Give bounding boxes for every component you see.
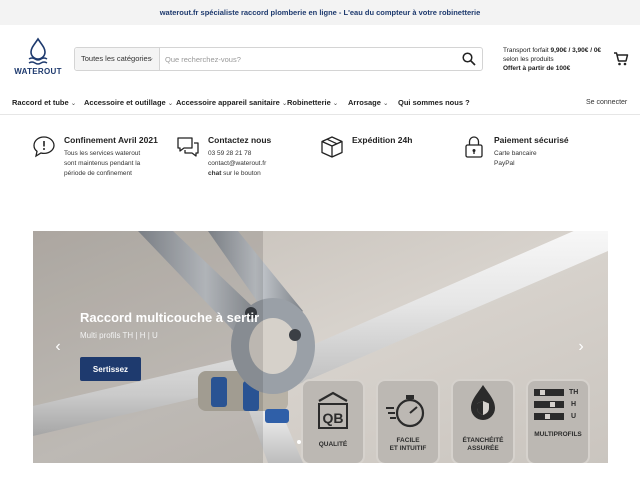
- badge-multiprofils: TH H U MULTIPROFILS: [526, 379, 590, 463]
- speech-bubble-icon: [33, 136, 55, 158]
- cart-icon[interactable]: [613, 51, 629, 67]
- package-icon: [321, 136, 343, 158]
- chevron-right-icon[interactable]: ›: [574, 338, 588, 356]
- site-header: WATEROUT Toutes les catégories ⌄ Transpo…: [0, 25, 640, 87]
- profile-h: H: [571, 401, 577, 408]
- profile-th: TH: [569, 389, 579, 396]
- search-icon[interactable]: [462, 52, 476, 66]
- badge-label: ÉTANCHÉITÉ: [462, 437, 504, 444]
- chat-rest: sur le bouton: [221, 170, 261, 177]
- chat-icon: [177, 137, 199, 157]
- badge-qualite: QB QUALITÉ: [301, 379, 365, 463]
- feature-text: période de confinement: [64, 170, 132, 177]
- chevron-down-icon: ⌄: [70, 100, 77, 107]
- feature-text: chat sur le bouton: [208, 170, 261, 177]
- badge-etancheite: ÉTANCHÉITÉ ASSURÉE: [451, 379, 515, 463]
- main-navigation: Raccord et tube ⌄ Accessoire et outillage…: [0, 91, 640, 115]
- phone-link[interactable]: 03 59 28 21 78: [208, 150, 251, 157]
- chat-word: chat: [208, 170, 222, 177]
- shipping-line2: selon les produits: [503, 56, 554, 63]
- announcement-text: waterout.fr spécialiste raccord plomberi…: [159, 8, 481, 17]
- search-input[interactable]: [161, 48, 451, 70]
- stopwatch-icon: [386, 395, 425, 428]
- announcement-bar: waterout.fr spécialiste raccord plomberi…: [0, 0, 640, 25]
- feature-shipping: Expédition 24h: [320, 133, 440, 183]
- nav-item-qui-sommes-nous[interactable]: Qui sommes nous ?: [398, 91, 470, 115]
- nav-item-label: Accessoire appareil sanitaire: [176, 98, 280, 107]
- logo-text: WATEROUT: [14, 67, 62, 76]
- badge-label: ASSURÉE: [467, 445, 499, 452]
- badge-label: MULTIPROFILS: [534, 431, 582, 438]
- chevron-down-icon: ⌄: [332, 100, 339, 107]
- badge-label: FACILE: [396, 437, 420, 444]
- chevron-down-icon: ⌄: [148, 55, 154, 62]
- feature-title: Expédition 24h: [352, 135, 413, 145]
- shipping-info: Transport forfait 9,90€ / 3,90€ / 0€ sel…: [503, 46, 608, 73]
- hero-subtitle: Multi profils TH | H | U: [80, 331, 158, 340]
- nav-item-label: Arrosage: [348, 98, 381, 107]
- qb-quality-icon: QB: [318, 391, 348, 429]
- badge-label: ET INTUITIF: [389, 445, 427, 452]
- badge-facile: FACILE ET INTUITIF: [376, 379, 440, 463]
- crimp-profiles-icon: [534, 389, 564, 420]
- category-select[interactable]: Toutes les catégories ⌄: [75, 48, 160, 70]
- site-logo[interactable]: WATEROUT: [14, 37, 62, 83]
- feature-contact: Contactez nous 03 59 28 21 78 contact@wa…: [176, 133, 306, 183]
- nav-item-label: Raccord et tube: [12, 98, 69, 107]
- nav-item-robinetterie[interactable]: Robinetterie ⌄: [287, 91, 338, 115]
- login-link[interactable]: Se connecter: [586, 91, 627, 115]
- padlock-icon: [465, 136, 483, 158]
- feature-text: PayPal: [494, 160, 515, 167]
- shield-drop-icon: [471, 385, 495, 420]
- shipping-rates: 9,90€ / 3,90€ / 0€: [550, 47, 602, 54]
- feature-text: sont maintenus pendant la: [64, 160, 141, 167]
- category-select-value: Toutes les catégories: [81, 54, 152, 63]
- nav-item-arrosage[interactable]: Arrosage ⌄: [348, 91, 388, 115]
- feature-text: Tous les services waterout: [64, 150, 141, 157]
- nav-item-label: Qui sommes nous ?: [398, 98, 470, 107]
- feature-text: Carte bancaire: [494, 150, 537, 157]
- chevron-left-icon[interactable]: ‹: [51, 338, 65, 356]
- shipping-line1-prefix: Transport forfait: [503, 47, 551, 54]
- nav-item-label: Robinetterie: [287, 98, 331, 107]
- email-link[interactable]: contact@waterout.fr: [208, 160, 266, 167]
- feature-confinement: Confinement Avril 2021 Tous les services…: [32, 133, 172, 183]
- search-bar: Toutes les catégories ⌄: [74, 47, 483, 71]
- svg-text:QB: QB: [323, 410, 344, 426]
- hero-cta-button[interactable]: Sertissez: [80, 357, 141, 381]
- chevron-down-icon: ⌄: [382, 100, 389, 107]
- nav-item-label: Accessoire et outillage: [84, 98, 166, 107]
- badge-label: QUALITÉ: [318, 441, 348, 448]
- chevron-down-icon: ⌄: [167, 100, 174, 107]
- feature-title: Confinement Avril 2021: [64, 135, 158, 145]
- hero-slider: Raccord multicouche à sertir Multi profi…: [33, 231, 608, 463]
- profile-u: U: [571, 413, 577, 420]
- water-drop-icon: [28, 37, 48, 65]
- nav-item-accessoire-outillage[interactable]: Accessoire et outillage ⌄: [84, 91, 173, 115]
- feature-title: Paiement sécurisé: [494, 135, 569, 145]
- hero-title: Raccord multicouche à sertir: [80, 310, 260, 325]
- feature-title: Contactez nous: [208, 135, 272, 145]
- nav-item-raccord-et-tube[interactable]: Raccord et tube ⌄: [12, 91, 76, 115]
- shipping-free-threshold: Offert à partir de 100€: [503, 65, 571, 72]
- nav-item-accessoire-appareil-sanitaire[interactable]: Accessoire appareil sanitaire ⌄: [176, 91, 287, 115]
- feature-payment: Paiement sécurisé Carte bancaire PayPal: [462, 133, 592, 183]
